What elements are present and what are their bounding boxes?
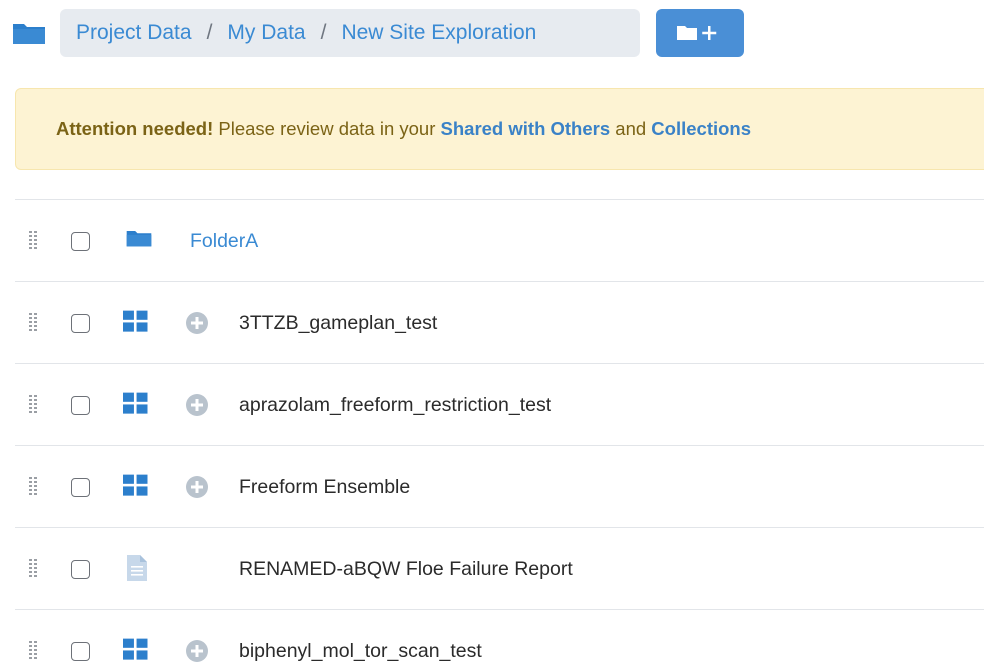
document-icon [127,555,147,581]
row-checkbox[interactable] [71,560,90,579]
list-item[interactable]: RENAMED-aBQW Floe Failure Report [15,527,984,609]
row-checkbox[interactable] [71,314,90,333]
drag-handle-icon[interactable] [29,313,37,333]
item-name[interactable]: biphenyl_mol_tor_scan_test [239,639,482,663]
list-item[interactable]: biphenyl_mol_tor_scan_test [15,609,984,668]
data-list: FolderA 3TTZB_gameplan_test aprazolam_fr… [15,199,984,668]
item-name[interactable]: 3TTZB_gameplan_test [239,311,437,335]
grid-icon [123,638,148,660]
item-name[interactable]: aprazolam_freeform_restriction_test [239,393,551,417]
folder-icon[interactable] [13,24,45,44]
breadcrumb-new-site-exploration[interactable]: New Site Exploration [341,21,536,45]
plus-circle-icon[interactable] [185,639,209,663]
drag-handle-icon[interactable] [29,231,37,251]
folder-name[interactable]: FolderA [190,229,258,253]
row-checkbox[interactable] [71,478,90,497]
row-checkbox[interactable] [71,396,90,415]
alert-text: Please review data in your [213,118,441,139]
breadcrumb-separator: / [206,21,213,44]
drag-handle-icon[interactable] [29,641,37,661]
grid-icon [123,310,148,332]
breadcrumb-separator: / [320,21,327,44]
list-item[interactable]: aprazolam_freeform_restriction_test [15,363,984,445]
list-item[interactable]: Freeform Ensemble [15,445,984,527]
drag-handle-icon[interactable] [29,395,37,415]
collections-link[interactable]: Collections [651,118,751,140]
grid-icon [123,392,148,414]
row-checkbox[interactable] [71,232,90,251]
attention-alert: Attention needed! Please review data in … [15,88,984,170]
project-data-page: Project Data / My Data / New Site Explor… [0,0,984,668]
folder-icon [126,231,152,247]
plus-circle-icon[interactable] [185,393,209,417]
new-folder-button[interactable] [656,9,744,57]
breadcrumb: Project Data / My Data / New Site Explor… [60,9,640,57]
plus-circle-icon[interactable] [185,475,209,499]
drag-handle-icon[interactable] [29,559,37,579]
list-item[interactable]: FolderA [15,199,984,281]
grid-icon [123,474,148,496]
list-item[interactable]: 3TTZB_gameplan_test [15,281,984,363]
alert-title: Attention needed! [56,118,214,139]
item-name[interactable]: Freeform Ensemble [239,475,410,499]
breadcrumb-project-data[interactable]: Project Data [76,21,192,45]
item-name[interactable]: RENAMED-aBQW Floe Failure Report [239,557,573,581]
drag-handle-icon[interactable] [29,477,37,497]
breadcrumb-my-data[interactable]: My Data [227,21,305,45]
row-checkbox[interactable] [71,642,90,661]
plus-circle-icon[interactable] [185,311,209,335]
folder-plus-icon [677,26,717,40]
shared-with-others-link[interactable]: Shared with Others [441,118,611,140]
alert-text: and [610,118,652,139]
